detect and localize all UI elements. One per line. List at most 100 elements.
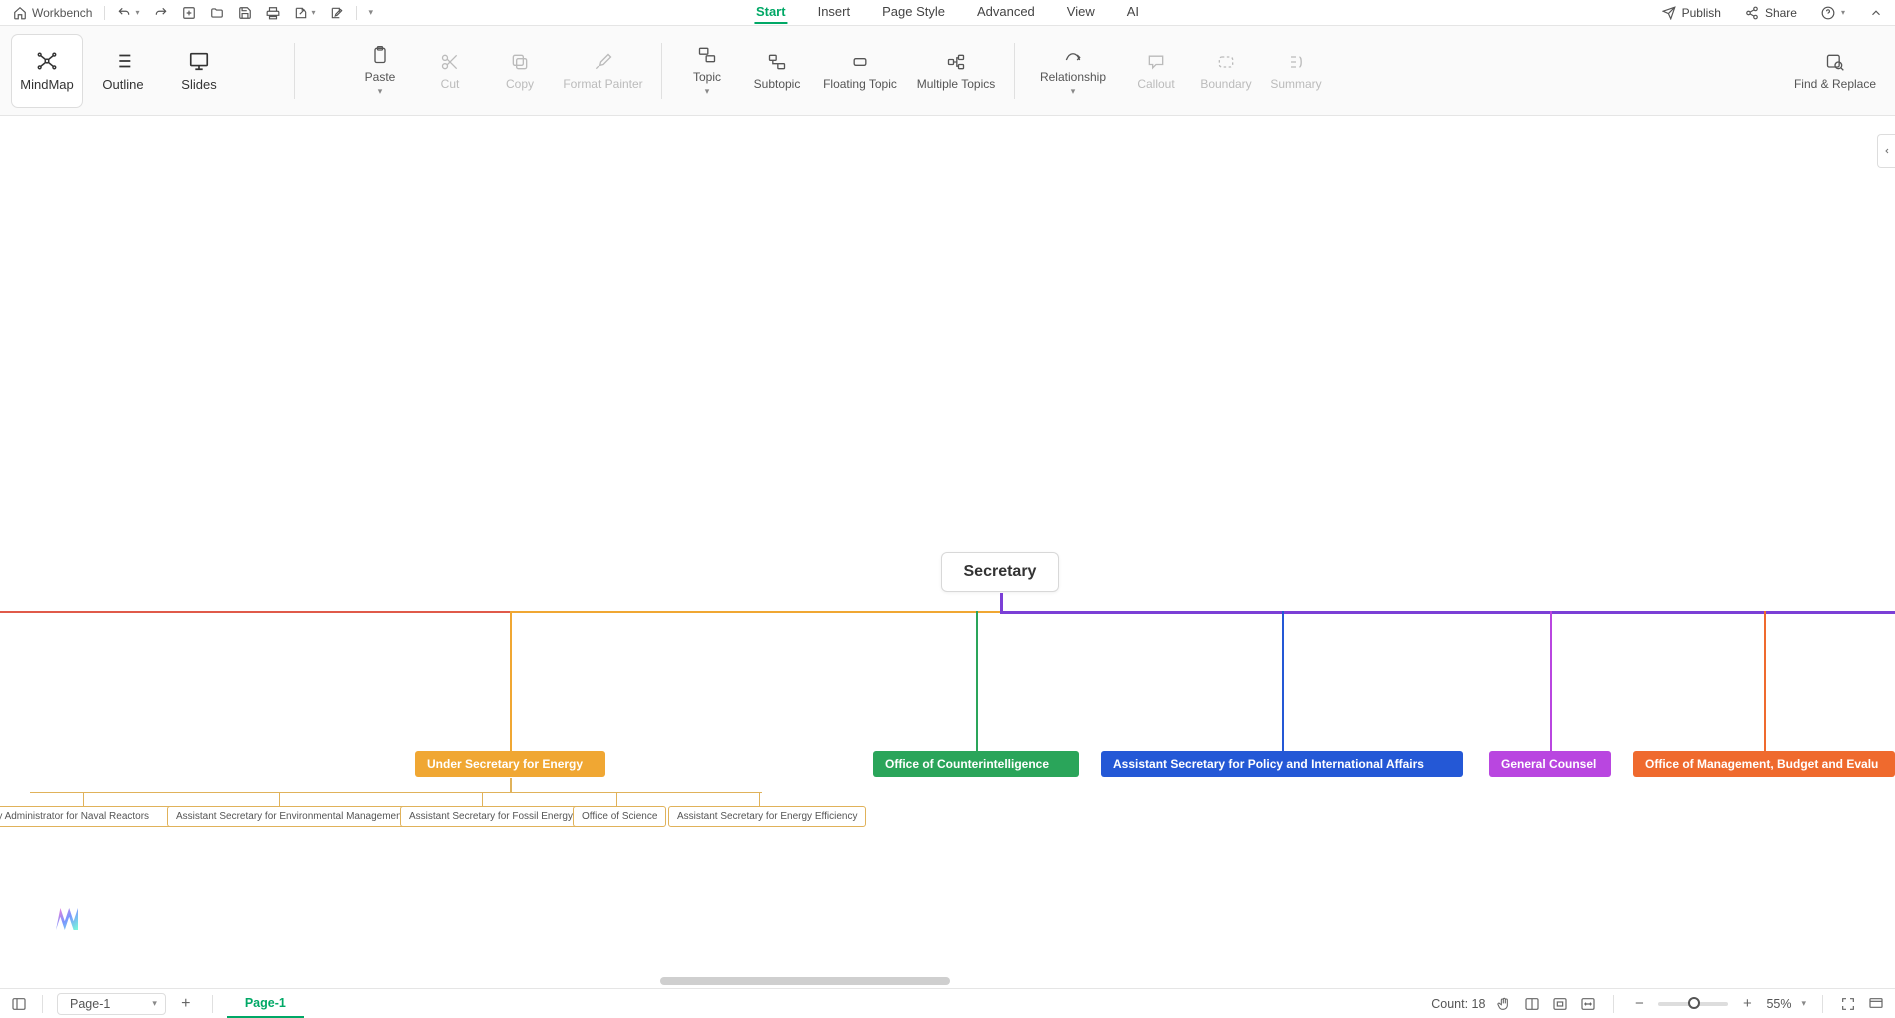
- home-button[interactable]: Workbench: [6, 3, 98, 23]
- level1-topic-node[interactable]: Office of Counterintelligence: [873, 751, 1079, 777]
- more-qat-button[interactable]: ▾: [363, 5, 380, 20]
- boundary-button[interactable]: Boundary: [1191, 34, 1261, 108]
- zoom-slider[interactable]: [1658, 1002, 1728, 1006]
- horizontal-scrollbar[interactable]: [0, 976, 1895, 986]
- summary-button[interactable]: Summary: [1261, 34, 1331, 108]
- page-tab-active[interactable]: Page-1: [227, 990, 304, 1018]
- page-selector-dropdown[interactable]: Page-1 ▾: [57, 993, 166, 1015]
- paste-button[interactable]: Paste ▾: [345, 34, 415, 108]
- copy-icon: [509, 51, 531, 73]
- hand-icon: [1496, 996, 1512, 1012]
- hand-tool-button[interactable]: [1495, 995, 1513, 1013]
- level2-topic-node[interactable]: Assistant Secretary for Fossil Energy: [400, 806, 582, 827]
- level2-topic-node[interactable]: uty Administrator for Naval Reactors: [0, 806, 185, 827]
- tab-ai[interactable]: AI: [1125, 1, 1141, 24]
- clipboard-icon: [369, 44, 391, 66]
- tab-start[interactable]: Start: [754, 1, 788, 24]
- open-button[interactable]: [204, 4, 230, 22]
- tab-view[interactable]: View: [1065, 1, 1097, 24]
- multiple-topics-icon: [945, 51, 967, 73]
- new-button[interactable]: [176, 4, 202, 22]
- share-label: Share: [1765, 6, 1797, 20]
- paste-label: Paste: [365, 70, 396, 84]
- brush-icon: [592, 51, 614, 73]
- tab-insert[interactable]: Insert: [816, 1, 853, 24]
- subtopic-button[interactable]: Subtopic: [742, 34, 812, 108]
- canvas[interactable]: Secretary Under Secretary for Energy Offi…: [0, 116, 1895, 988]
- view-mindmap-button[interactable]: MindMap: [12, 35, 82, 107]
- zoom-out-button[interactable]: −: [1630, 995, 1648, 1013]
- boundary-label: Boundary: [1200, 77, 1251, 91]
- page-panel-toggle[interactable]: [10, 995, 28, 1013]
- fullscreen-icon: [1840, 996, 1856, 1012]
- format-painter-button[interactable]: Format Painter: [555, 34, 651, 108]
- cut-button[interactable]: Cut: [415, 34, 485, 108]
- redo-button[interactable]: [148, 4, 174, 22]
- level1-topic-node[interactable]: Under Secretary for Energy: [415, 751, 605, 777]
- fit-page-button[interactable]: [1551, 995, 1569, 1013]
- title-bar: Workbench ▾ ▾ ▾: [0, 0, 1895, 26]
- fit-width-button[interactable]: [1579, 995, 1597, 1013]
- relationship-button[interactable]: Relationship ▾: [1025, 34, 1121, 108]
- separator: [661, 43, 662, 99]
- zoom-menu-button[interactable]: ▾: [1801, 998, 1806, 1009]
- menu-tabs: Start Insert Page Style Advanced View AI: [754, 1, 1141, 24]
- level2-topic-node[interactable]: Office of Science: [573, 806, 666, 827]
- separator: [1014, 43, 1015, 99]
- find-replace-button[interactable]: Find & Replace: [1787, 34, 1883, 108]
- level1-topic-node[interactable]: Office of Management, Budget and Evalu: [1633, 751, 1895, 777]
- view-slides-button[interactable]: Slides: [164, 35, 234, 107]
- share-button[interactable]: Share: [1739, 4, 1803, 22]
- publish-button[interactable]: Publish: [1656, 4, 1727, 22]
- level2-topic-node[interactable]: Assistant Secretary for Energy Efficienc…: [668, 806, 866, 827]
- view-outline-button[interactable]: Outline: [88, 35, 158, 107]
- callout-button[interactable]: Callout: [1121, 34, 1191, 108]
- print-button[interactable]: [260, 4, 286, 22]
- collapse-ribbon-button[interactable]: [1863, 4, 1889, 22]
- relationship-label: Relationship: [1040, 70, 1106, 84]
- fullscreen-button[interactable]: [1839, 995, 1857, 1013]
- separator: [356, 6, 357, 20]
- copy-button[interactable]: Copy: [485, 34, 555, 108]
- presentation-button[interactable]: [1867, 995, 1885, 1013]
- scrollbar-thumb[interactable]: [660, 977, 950, 985]
- connector: [1550, 611, 1552, 751]
- view-mindmap-label: MindMap: [20, 77, 73, 92]
- find-replace-label: Find & Replace: [1794, 77, 1876, 91]
- zoom-slider-handle[interactable]: [1688, 997, 1700, 1009]
- floating-topic-icon: [849, 51, 871, 73]
- qat-left: Workbench ▾ ▾ ▾: [6, 3, 379, 23]
- undo-icon: [117, 6, 131, 20]
- level1-topic-node[interactable]: General Counsel: [1489, 751, 1611, 777]
- tab-page-style[interactable]: Page Style: [880, 1, 947, 24]
- connector: [759, 792, 760, 806]
- layout-columns-button[interactable]: [1523, 995, 1541, 1013]
- collapse-sidepanel-button[interactable]: [1877, 134, 1895, 168]
- connector: [510, 611, 1000, 613]
- export-button[interactable]: ▾: [288, 4, 322, 22]
- topic-label: Topic: [693, 70, 721, 84]
- central-topic-node[interactable]: Secretary: [941, 552, 1060, 592]
- connector: [83, 792, 84, 806]
- topic-button[interactable]: Topic ▾: [672, 34, 742, 108]
- zoom-in-button[interactable]: +: [1738, 995, 1756, 1013]
- home-icon: [12, 5, 28, 21]
- undo-button[interactable]: ▾: [111, 4, 145, 22]
- qat-right: Publish Share ▾: [1656, 4, 1889, 22]
- export-icon: [294, 6, 308, 20]
- add-page-button[interactable]: +: [174, 992, 198, 1016]
- edit-doc-button[interactable]: [324, 4, 350, 22]
- mindmap-icon: [35, 49, 59, 73]
- floating-topic-button[interactable]: Floating Topic: [812, 34, 908, 108]
- tab-advanced[interactable]: Advanced: [975, 1, 1037, 24]
- level1-topic-node[interactable]: Assistant Secretary for Policy and Inter…: [1101, 751, 1463, 777]
- separator: [42, 995, 43, 1013]
- cut-label: Cut: [441, 77, 460, 91]
- connector: [510, 778, 512, 792]
- connector: [482, 792, 483, 806]
- subtopic-label: Subtopic: [754, 77, 801, 91]
- level2-topic-node[interactable]: Assistant Secretary for Environmental Ma…: [167, 806, 413, 827]
- multiple-topics-button[interactable]: Multiple Topics: [908, 34, 1004, 108]
- help-button[interactable]: ▾: [1815, 4, 1851, 22]
- save-button[interactable]: [232, 4, 258, 22]
